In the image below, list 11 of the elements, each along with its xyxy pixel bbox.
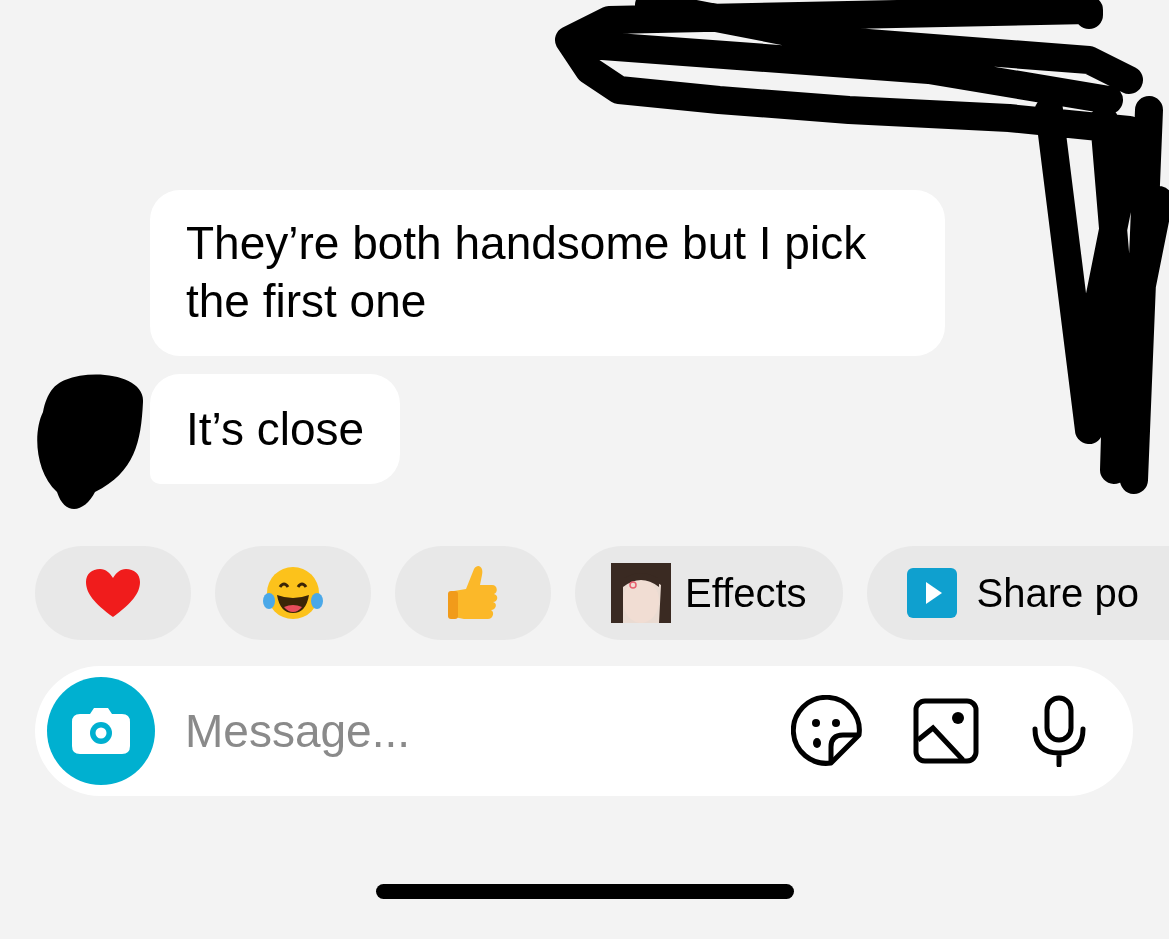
share-post-chip[interactable]: Share po [866,546,1169,640]
play-icon [906,568,957,618]
laughing-face-icon [262,565,324,621]
message-bubble: It’s close [150,374,401,484]
sticker-icon[interactable] [791,695,863,767]
effects-chip[interactable]: Effects [575,546,843,640]
heart-icon [84,567,142,619]
image-icon[interactable] [913,698,979,764]
message-bubble: They’re both handsome but I pick the first one [150,190,945,356]
camera-icon [70,706,132,756]
message-input[interactable]: Message... [183,703,741,759]
